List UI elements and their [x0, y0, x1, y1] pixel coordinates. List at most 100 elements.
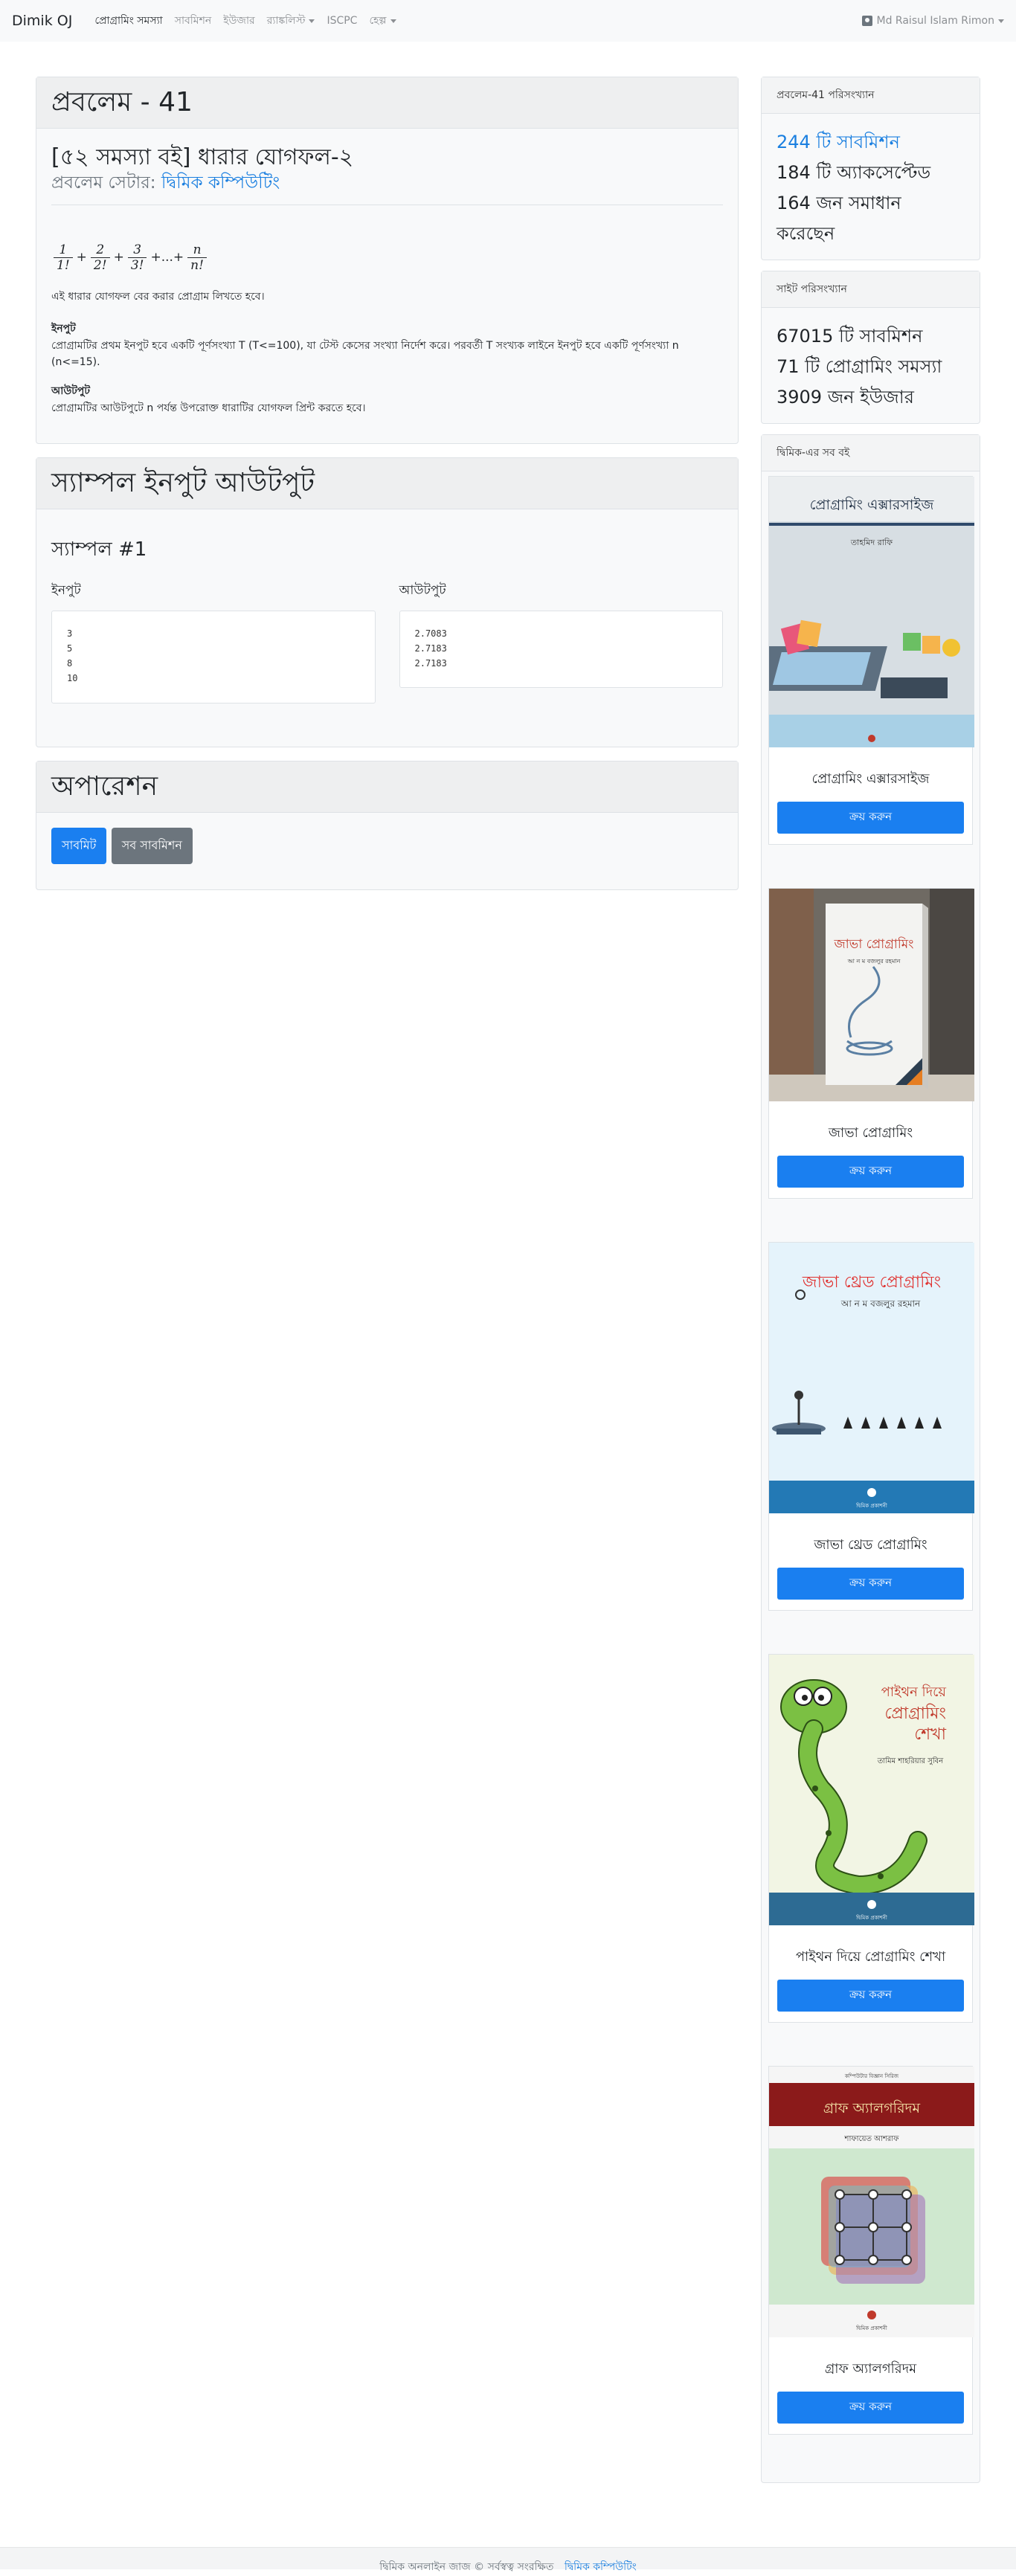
buy-button[interactable]: ক্রয় করুন: [777, 802, 964, 834]
site-stats-card: সাইট পরিসংখ্যান 67015 টি সাবমিশন 71 টি প…: [761, 271, 980, 424]
book-cover-java-thread[interactable]: জাভা থ্রেড প্রোগ্রামিং আ ন ম বজলুর রহমান: [769, 1243, 974, 1513]
formula-ellipsis: +...+: [150, 250, 184, 265]
cover-author: আ ন ম বজলুর রহমান: [847, 958, 901, 965]
formula-term: 3 3!: [127, 242, 147, 273]
problem-setter: প্রবলেম সেটার: দ্বিমিক কম্পিউটিং: [51, 172, 723, 194]
site-stats-body: 67015 টি সাবমিশন 71 টি প্রোগ্রামিং সমস্য…: [762, 308, 980, 423]
nav-iscpc[interactable]: ISCPC: [327, 15, 357, 27]
buy-button[interactable]: ক্রয় করুন: [777, 1568, 964, 1600]
user-icon: [861, 16, 872, 26]
cover-title: প্রোগ্রামিং এক্সারসাইজ: [810, 497, 935, 513]
site-submissions-count: 67015 টি সাবমিশন: [777, 326, 923, 347]
sample-output-box[interactable]: 2.7083 2.7183 2.7183: [399, 611, 723, 688]
cover-publisher: দ্বিমিক প্রকাশনী: [855, 1914, 888, 1921]
sample-io-row: ইনপুট 3 5 8 10 আউটপুট 2.7083 2.7183 2.71…: [51, 581, 723, 703]
book-cover-graph-algorithm[interactable]: কম্পিউটার বিজ্ঞান সিরিজ গ্রাফ অ্যালগরিদম…: [769, 2067, 974, 2337]
problem-stats-body: 244 টি সাবমিশন 184 টি অ্যাকসেপ্টেড 164 জ…: [762, 114, 980, 260]
cover-author: আ ন ম বজলুর রহমান: [840, 1298, 921, 1310]
cover-title-2: প্রোগ্রামিং: [884, 1704, 946, 1723]
sample-input-box[interactable]: 3 5 8 10: [51, 611, 376, 703]
book-cover-programming-exercise[interactable]: প্রোগ্রামিং এক্সারসাইজ তাহমিদ রাফি: [769, 477, 974, 747]
formula-term: n n!: [187, 242, 207, 273]
books-header: দ্বিমিক-এর সব বই: [762, 435, 980, 471]
cover-title-1: পাইথন দিয়ে: [881, 1684, 947, 1700]
operations-card-body: সাবমিট সব সাবমিশন: [36, 813, 738, 889]
book-item: পাইথন দিয়ে প্রোগ্রামিং শেখা তামিম শাহরি…: [768, 1654, 974, 2023]
formula-numerator: 3: [133, 242, 142, 257]
sample-input-label: ইনপুট: [51, 583, 81, 598]
formula-term: 2 2!: [90, 242, 110, 273]
cover-series: কম্পিউটার বিজ্ঞান সিরিজ: [844, 2073, 899, 2079]
output-description: প্রোগ্রামটির আউটপুটে n পর্যন্ত উপরোক্ত ধ…: [51, 402, 366, 414]
input-line: 10: [67, 673, 78, 683]
input-line: 8: [67, 658, 73, 669]
setter-link[interactable]: দ্বিমিক কম্পিউটিং: [161, 173, 280, 193]
nav-help[interactable]: হেল্প: [369, 12, 396, 30]
book-title[interactable]: জাভা প্রোগ্রামিং: [769, 1122, 972, 1145]
nav-submissions[interactable]: সাবমিশন: [175, 12, 212, 30]
input-heading: ইনপুট: [51, 323, 76, 335]
cover-title: গ্রাফ অ্যালগরিদম: [823, 2100, 921, 2116]
cover-author: তামিম শাহরিয়ার সুবিন: [877, 1756, 944, 1765]
nav-ranklist-label: র‍্যাঙ্কলিস্ট: [266, 15, 306, 27]
buy-button[interactable]: ক্রয় করুন: [777, 1980, 964, 2012]
formula-plus: +: [76, 250, 87, 265]
brand-logo[interactable]: Dimik OJ: [12, 13, 72, 29]
formula-numerator: n: [193, 242, 202, 257]
input-line: 3: [67, 628, 73, 639]
main-column: প্রবলেম - 41 [৫২ সমস্যা বই] ধারার যোগফল-…: [36, 77, 739, 904]
samples-card-body: স্যাম্পল #1 ইনপুট 3 5 8 10 আউটপুট 2.7083: [36, 509, 738, 747]
problem-title: [৫২ সমস্যা বই] ধারার যোগফল-২: [51, 144, 354, 170]
book-title[interactable]: জাভা থ্রেড প্রোগ্রামিং: [769, 1534, 972, 1557]
book-list: প্রোগ্রামিং এক্সারসাইজ তাহমিদ রাফি প্রোগ…: [762, 471, 980, 2482]
problem-stats-header: প্রবলেম-41 পরিসংখ্যান: [762, 77, 980, 114]
operations-heading: অপারেশন: [51, 771, 158, 802]
problem-accepted-count: 184 টি অ্যাকসেপ্টেড: [777, 162, 931, 183]
all-submissions-button[interactable]: সব সাবমিশন: [111, 828, 193, 864]
problem-stats-card: প্রবলেম-41 পরিসংখ্যান 244 টি সাবমিশন 184…: [761, 77, 980, 260]
book-title[interactable]: প্রোগ্রামিং এক্সারসাইজ: [769, 768, 972, 791]
formula-denominator: 1!: [54, 257, 73, 273]
problem-solved-count: 164 জন সমাধান করেছেন: [777, 193, 901, 244]
sample-title: স্যাম্পল #1: [51, 538, 147, 561]
book-cover-python[interactable]: পাইথন দিয়ে প্রোগ্রামিং শেখা তামিম শাহরি…: [769, 1655, 974, 1925]
nav-ranklist[interactable]: র‍্যাঙ্কলিস্ট: [267, 12, 315, 30]
user-name: Md Raisul Islam Rimon: [876, 15, 994, 27]
formula-denominator: n!: [187, 257, 207, 273]
cover-publisher: দ্বিমিক প্রকাশনী: [855, 2325, 888, 2331]
submit-button[interactable]: সাবমিট: [51, 828, 107, 864]
site-problems-count: 71 টি প্রোগ্রামিং সমস্যা: [777, 356, 942, 377]
footer-link[interactable]: দ্বিমিক কম্পিউটিং: [565, 2561, 637, 2573]
cover-title: জাভা প্রোগ্রামিং: [834, 936, 914, 952]
book-cover-java-programming[interactable]: জাভা প্রোগ্রামিং আ ন ম বজলুর রহমান: [769, 889, 974, 1101]
chevron-down-icon: [390, 19, 396, 23]
sidebar: প্রবলেম-41 পরিসংখ্যান 244 টি সাবমিশন 184…: [761, 77, 980, 2493]
chevron-down-icon: [309, 19, 315, 23]
setter-label: প্রবলেম সেটার:: [51, 173, 156, 193]
formula-plus: +: [113, 250, 124, 265]
samples-heading: স্যাম্পল ইনপুট আউটপুট: [51, 468, 315, 498]
operations-card: অপারেশন সাবমিট সব সাবমিশন: [36, 761, 739, 890]
buy-button[interactable]: ক্রয় করুন: [777, 2392, 964, 2424]
book-title[interactable]: পাইথন দিয়ে প্রোগ্রামিং শেখা: [769, 1946, 972, 1969]
nav-problems[interactable]: প্রোগ্রামিং সমস্যা: [94, 12, 162, 30]
problem-card: প্রবলেম - 41 [৫২ সমস্যা বই] ধারার যোগফল-…: [36, 77, 739, 444]
samples-card: স্যাম্পল ইনপুট আউটপুট স্যাম্পল #1 ইনপুট …: [36, 457, 739, 747]
formula-denominator: 3!: [127, 257, 147, 273]
site-users-count: 3909 জন ইউজার: [777, 387, 914, 408]
series-formula: 1 1! + 2 2! + 3 3! +...+ n n!: [51, 235, 723, 280]
problem-submissions-link[interactable]: 244 টি সাবমিশন: [777, 127, 965, 158]
samples-card-header: স্যাম্পল ইনপুট আউটপুট: [36, 458, 738, 509]
buy-button[interactable]: ক্রয় করুন: [777, 1156, 964, 1188]
output-line: 2.7183: [414, 658, 447, 669]
nav-users[interactable]: ইউজার: [223, 12, 254, 30]
cover-title-3: শেখা: [914, 1725, 946, 1744]
book-item: প্রোগ্রামিং এক্সারসাইজ তাহমিদ রাফি প্রোগ…: [768, 476, 974, 845]
footer: দ্বিমিক অনলাইন জাজ © সর্বস্বত্ব সংরক্ষিত…: [0, 2547, 1016, 2573]
book-title[interactable]: গ্রাফ অ্যালগরিদম: [769, 2358, 972, 2381]
cover-publisher: দ্বিমিক প্রকাশনী: [855, 1502, 888, 1509]
user-menu[interactable]: Md Raisul Islam Rimon: [861, 15, 1004, 27]
book-item: জাভা প্রোগ্রামিং আ ন ম বজলুর রহমান জাভা …: [768, 888, 974, 1199]
input-description: প্রোগ্রামটির প্রথম ইনপুট হবে একটি পূর্ণস…: [51, 340, 679, 368]
formula-denominator: 2!: [90, 257, 110, 273]
